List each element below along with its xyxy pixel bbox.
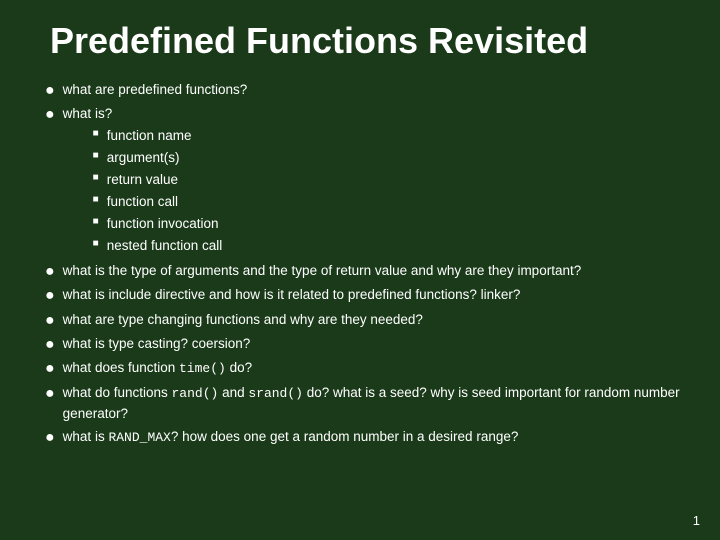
bullet-text: what does function time() do? bbox=[63, 358, 680, 379]
bullet-text: what is include directive and how is it … bbox=[63, 285, 680, 306]
list-item: ■ function invocation bbox=[63, 214, 680, 235]
sub-bullet-marker: ■ bbox=[93, 236, 99, 252]
sub-bullet-marker: ■ bbox=[93, 214, 99, 230]
sub-bullet-text: function invocation bbox=[107, 214, 680, 235]
inline-code: srand() bbox=[248, 386, 303, 401]
bullet-text: what are predefined functions? bbox=[63, 80, 680, 101]
sub-bullet-text: function name bbox=[107, 126, 680, 147]
bullet-marker: ● bbox=[45, 261, 55, 283]
bullet-marker: ● bbox=[45, 104, 55, 126]
bullet-marker: ● bbox=[45, 358, 55, 380]
list-item: ■ function call bbox=[63, 192, 680, 213]
page-number: 1 bbox=[693, 513, 700, 528]
bullet-text: what is? ■ function name ■ argument(s) ■… bbox=[63, 104, 680, 258]
list-item: ■ function name bbox=[63, 126, 680, 147]
inline-code: time() bbox=[179, 361, 226, 376]
sub-bullet-marker: ■ bbox=[93, 170, 99, 186]
bullet-text: what is type casting? coersion? bbox=[63, 334, 680, 355]
list-item: ● what is the type of arguments and the … bbox=[40, 261, 680, 283]
list-item: ● what are predefined functions? bbox=[40, 80, 680, 102]
list-item: ■ argument(s) bbox=[63, 148, 680, 169]
bullet-text: what are type changing functions and why… bbox=[63, 310, 680, 331]
list-item: ● what is type casting? coersion? bbox=[40, 334, 680, 356]
bullet-marker: ● bbox=[45, 334, 55, 356]
slide-title: Predefined Functions Revisited bbox=[40, 20, 680, 62]
list-item: ■ return value bbox=[63, 170, 680, 191]
bullet-text: what is the type of arguments and the ty… bbox=[63, 261, 680, 282]
sub-bullet-marker: ■ bbox=[93, 192, 99, 208]
sub-bullet-text: argument(s) bbox=[107, 148, 680, 169]
sub-list: ■ function name ■ argument(s) ■ return v… bbox=[63, 126, 680, 257]
bullet-marker: ● bbox=[45, 310, 55, 332]
sub-bullet-marker: ■ bbox=[93, 126, 99, 142]
list-item: ● what does function time() do? bbox=[40, 358, 680, 380]
list-item: ● what are type changing functions and w… bbox=[40, 310, 680, 332]
slide-content: ● what are predefined functions? ● what … bbox=[40, 80, 680, 520]
bullet-marker: ● bbox=[45, 285, 55, 307]
list-item: ● what is include directive and how is i… bbox=[40, 285, 680, 307]
sub-bullet-text: return value bbox=[107, 170, 680, 191]
sub-bullet-text: function call bbox=[107, 192, 680, 213]
inline-code: rand() bbox=[172, 386, 219, 401]
bullet-marker: ● bbox=[45, 427, 55, 449]
inline-code: RAND_MAX bbox=[108, 430, 170, 445]
list-item: ■ nested function call bbox=[63, 236, 680, 257]
bullet-marker: ● bbox=[45, 383, 55, 405]
bullet-text: what is RAND_MAX? how does one get a ran… bbox=[63, 427, 680, 448]
bullet-marker: ● bbox=[45, 80, 55, 102]
sub-bullet-text: nested function call bbox=[107, 236, 680, 257]
list-item: ● what is? ■ function name ■ argument(s)… bbox=[40, 104, 680, 258]
slide: Predefined Functions Revisited ● what ar… bbox=[0, 0, 720, 540]
bullet-text: what do functions rand() and srand() do?… bbox=[63, 383, 680, 425]
list-item: ● what do functions rand() and srand() d… bbox=[40, 383, 680, 425]
list-item: ● what is RAND_MAX? how does one get a r… bbox=[40, 427, 680, 449]
sub-bullet-marker: ■ bbox=[93, 148, 99, 164]
